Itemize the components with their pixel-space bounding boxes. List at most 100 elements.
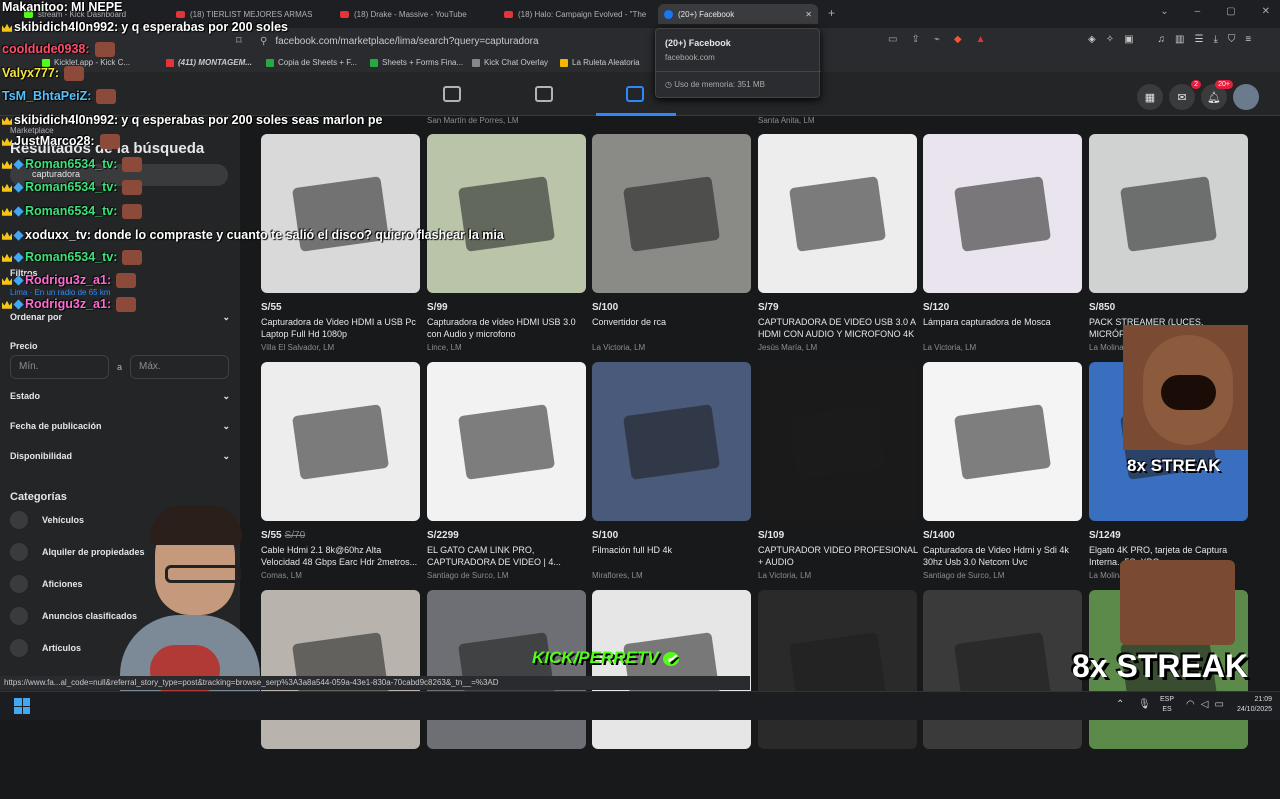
listing-image[interactable] xyxy=(592,362,751,521)
listing-image[interactable] xyxy=(758,362,917,521)
listing-image[interactable] xyxy=(592,134,751,293)
listing-image[interactable] xyxy=(923,362,1082,521)
listing-image[interactable] xyxy=(261,590,420,749)
messenger-icon[interactable]: ✉ 2 xyxy=(1169,80,1201,110)
listing-title[interactable]: Lámpara capturadora de Mosca xyxy=(923,316,1083,340)
avatar[interactable] xyxy=(1233,84,1259,110)
windows-start-icon[interactable] xyxy=(14,698,30,714)
listing-card[interactable]: S/1400 Capturadora de Video Hdmi y Sdi 4k… xyxy=(923,362,1083,580)
listing-title[interactable] xyxy=(261,772,421,796)
listing-card[interactable]: S/120 Lámpara capturadora de Mosca La Vict… xyxy=(923,134,1083,352)
listing-title[interactable] xyxy=(592,772,752,796)
listing-image[interactable] xyxy=(427,134,586,293)
listing-title[interactable] xyxy=(427,772,587,796)
tab-drake[interactable]: (18) Drake - Massive - YouTube xyxy=(334,4,494,24)
reading-list-icon[interactable]: ☰ xyxy=(1195,34,1204,45)
cast-icon[interactable]: ▭ xyxy=(888,34,897,45)
listing-image[interactable] xyxy=(923,590,1082,749)
listing-image[interactable] xyxy=(758,590,917,749)
availability-dropdown[interactable]: Disponibilidad ⌄ xyxy=(10,451,230,462)
listing-title[interactable]: Capturadora de vídeo HDMI USB 3.0 con Au… xyxy=(427,316,587,340)
listing-title[interactable]: EL GATO CAM LINK PRO, CAPTURADORA DE VID… xyxy=(427,544,587,568)
min-price-input[interactable]: Mín. xyxy=(10,355,109,379)
marketplace-icon[interactable] xyxy=(626,86,644,102)
listing-title[interactable]: Capturadora de Video HDMI a USB Pc Lapto… xyxy=(261,316,421,340)
listing-title[interactable]: Filmación full HD 4k xyxy=(592,544,752,568)
bookmark-icon[interactable]: ⌑ xyxy=(236,34,242,47)
sort-dropdown[interactable]: Ordenar por ⌄ xyxy=(10,312,230,323)
menu-icon[interactable]: ≡ xyxy=(1245,34,1251,45)
minimize-icon[interactable]: – xyxy=(1195,6,1201,17)
category-vehicles[interactable]: Vehículos xyxy=(10,511,84,529)
menu-grid-icon[interactable]: ▦ xyxy=(1137,84,1163,110)
close-icon[interactable]: ✕ xyxy=(1262,6,1270,17)
video-icon[interactable] xyxy=(535,86,553,102)
listing-title[interactable] xyxy=(758,772,918,796)
listing-card[interactable]: S/850 PACK STREAMER (LUCES, MICRÓFONO... L… xyxy=(1089,134,1249,352)
category-hobbies[interactable]: Aficiones xyxy=(10,575,83,593)
listing-title[interactable]: CAPTURADORA DE VIDEO USB 3.0 A HDMI CON … xyxy=(758,316,918,340)
translate-icon[interactable]: ⌁ xyxy=(934,34,940,45)
extension-icon[interactable]: ◈ xyxy=(1088,34,1096,45)
tab-halo[interactable]: (18) Halo: Campaign Evolved - "The xyxy=(498,4,648,24)
listing-card[interactable]: S/99 Capturadora de vídeo HDMI USB 3.0 co… xyxy=(427,134,587,352)
wallet-icon[interactable]: ▣ xyxy=(1124,34,1133,45)
puzzle-icon[interactable]: ✧ xyxy=(1106,34,1114,45)
listing-title[interactable]: Cable Hdmi 2.1 8k@60hz Alta Velocidad 48… xyxy=(261,544,421,568)
bookmark-sheets-copy[interactable]: Copia de Sheets + F... xyxy=(266,58,357,67)
bookmark-ruleta[interactable]: La Ruleta Aleatoria xyxy=(560,58,640,67)
location-filter[interactable]: Lima · En un radio de 65 km xyxy=(10,288,111,297)
listing-card[interactable]: S/55 Capturadora de Video HDMI a USB Pc L… xyxy=(261,134,421,352)
listing-card[interactable]: S/100 Convertidor de rca La Victoria, LM xyxy=(592,134,752,352)
listing-title[interactable]: Convertidor de rca xyxy=(592,316,752,340)
tab-facebook[interactable]: (20+) Facebook ✕ xyxy=(658,4,818,24)
chevron-down-icon[interactable]: ⌄ xyxy=(1160,6,1168,17)
listing-card[interactable]: S/79 CAPTURADORA DE VIDEO USB 3.0 A HDMI … xyxy=(758,134,918,352)
listing-image[interactable] xyxy=(261,134,420,293)
date-listed-dropdown[interactable]: Fecha de publicación ⌄ xyxy=(10,421,230,432)
listing-image[interactable] xyxy=(923,134,1082,293)
listing-card[interactable]: S/2299 EL GATO CAM LINK PRO, CAPTURADORA … xyxy=(427,362,587,580)
bookmark-sheets-forms[interactable]: Sheets + Forms Fina... xyxy=(370,58,463,67)
new-tab-icon[interactable]: + xyxy=(828,6,835,20)
home-icon[interactable] xyxy=(443,86,461,102)
share-icon[interactable]: ⇪ xyxy=(911,34,919,45)
listing-image[interactable] xyxy=(592,590,751,749)
music-icon[interactable]: ♫ xyxy=(1158,34,1166,45)
max-price-input[interactable]: Máx. xyxy=(130,355,229,379)
listing-image[interactable] xyxy=(261,362,420,521)
vpn-icon[interactable]: ⛉ xyxy=(1228,34,1236,45)
chevron-up-icon[interactable]: ⌃ xyxy=(1116,699,1124,710)
sidebar-icon[interactable]: ▥ xyxy=(1175,34,1184,45)
category-classifieds[interactable]: Anuncios clasificados xyxy=(10,607,137,625)
maximize-icon[interactable]: ▢ xyxy=(1226,6,1235,17)
clock[interactable]: 21:09 24/10/2025 xyxy=(1222,695,1272,715)
microphone-icon[interactable]: 🎙︎ xyxy=(1138,699,1151,710)
diamond-icon xyxy=(13,206,24,217)
brave-shield-icon[interactable]: ◆ xyxy=(954,34,962,45)
listing-image[interactable] xyxy=(427,590,586,749)
listing-price: S/120 xyxy=(923,302,950,313)
listing-title[interactable] xyxy=(923,772,1083,796)
site-info-icon[interactable]: ⚲ xyxy=(260,36,267,47)
listing-image[interactable] xyxy=(758,134,917,293)
listing-card[interactable]: S/55 S/70 Cable Hdmi 2.1 8k@60hz Alta Velo… xyxy=(261,362,421,580)
brave-rewards-icon[interactable]: ▲ xyxy=(976,34,986,45)
listing-title[interactable]: CAPTURADOR VIDEO PROFESIONAL + AUDIO xyxy=(758,544,918,568)
close-tab-icon[interactable]: ✕ xyxy=(805,10,812,19)
listing-card[interactable]: S/100 Filmación full HD 4k Miraflores, LM xyxy=(592,362,752,580)
bookmark-montagem[interactable]: (411) MONTAGEM... xyxy=(166,58,252,67)
bookmark-chat-overlay[interactable]: Kick Chat Overlay xyxy=(472,58,548,67)
category-items[interactable]: Artículos xyxy=(10,639,81,657)
language-indicator[interactable]: ESP ES xyxy=(1160,695,1174,715)
listing-image[interactable] xyxy=(1089,134,1248,293)
youtube-icon xyxy=(340,10,349,18)
listing-title[interactable]: Capturadora de Video Hdmi y Sdi 4k 30hz … xyxy=(923,544,1083,568)
listing-title[interactable] xyxy=(1089,772,1249,796)
download-icon[interactable]: ⤓ xyxy=(1213,34,1217,45)
notifications-icon[interactable]: 🔔︎ 20+ xyxy=(1201,80,1233,110)
condition-dropdown[interactable]: Estado ⌄ xyxy=(10,391,230,402)
listing-card[interactable]: S/109 CAPTURADOR VIDEO PROFESIONAL + AUDI… xyxy=(758,362,918,580)
listing-image[interactable] xyxy=(427,362,586,521)
system-tray[interactable]: ◠ ◁ ▭ xyxy=(1186,699,1224,710)
